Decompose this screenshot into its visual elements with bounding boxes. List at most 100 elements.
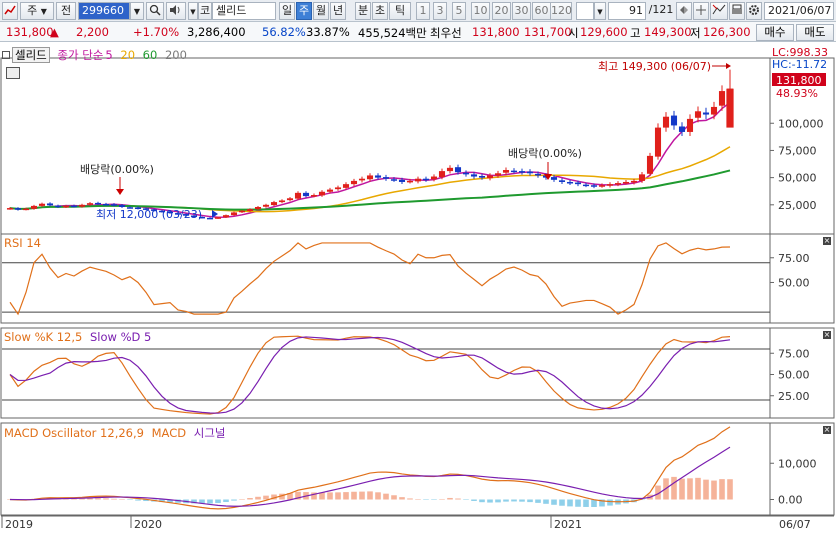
rsi-panel-title[interactable]: RSI 14 bbox=[4, 236, 41, 250]
dividend-annotation-2: 배당락(0.00%) bbox=[508, 147, 582, 160]
osc-bar bbox=[543, 499, 549, 504]
interval-30[interactable]: 30 bbox=[512, 2, 531, 20]
candle-body bbox=[494, 173, 502, 176]
hts-chart-window: 주 ▼ 전 299660 ▼ ▼ 코 셀리드 일 주 월 년 분 초 틱 1 3… bbox=[0, 0, 836, 537]
osc-bar bbox=[711, 480, 717, 500]
period-year[interactable]: 년 bbox=[330, 2, 346, 20]
period-second[interactable]: 초 bbox=[372, 2, 388, 20]
candle-body bbox=[718, 91, 726, 106]
period-tick[interactable]: 틱 bbox=[389, 2, 411, 20]
interval-3[interactable]: 3 bbox=[433, 2, 447, 20]
bar-count-field[interactable]: 91 bbox=[608, 2, 646, 20]
ma-label[interactable]: 종가 단순 bbox=[57, 48, 103, 62]
osc-bar bbox=[383, 493, 389, 500]
close-icon[interactable]: × bbox=[823, 237, 831, 245]
settings-button[interactable] bbox=[746, 2, 762, 20]
market-select[interactable]: 주 ▼ bbox=[20, 2, 54, 20]
candle-body bbox=[110, 204, 118, 206]
interval-1[interactable]: 1 bbox=[416, 2, 430, 20]
osc-bar bbox=[343, 492, 349, 500]
speaker-icon bbox=[170, 5, 180, 15]
mode-select[interactable]: 전 bbox=[56, 2, 76, 20]
chart-menu-icon[interactable] bbox=[2, 2, 18, 20]
low-label: 저 bbox=[690, 26, 701, 40]
y-tick-label: 75,000 bbox=[778, 144, 817, 157]
dividend-annotation-1: 배당락(0.00%) bbox=[80, 163, 154, 176]
stock-label[interactable]: 셀리드 bbox=[12, 47, 50, 63]
analysis-button[interactable] bbox=[710, 2, 728, 20]
x-last-label: 06/07 bbox=[779, 518, 811, 531]
candle-body bbox=[30, 205, 38, 209]
buy-button[interactable]: 매수 bbox=[756, 24, 794, 41]
osc-bar bbox=[135, 499, 141, 501]
osc-bar bbox=[463, 499, 469, 500]
candle-body bbox=[342, 184, 350, 188]
stock-code-input[interactable]: 299660 bbox=[78, 2, 130, 20]
candle-body bbox=[614, 183, 622, 185]
candle-body bbox=[710, 106, 718, 115]
sound-button[interactable] bbox=[166, 2, 186, 20]
candle-body bbox=[534, 173, 542, 176]
interval-custom-input[interactable] bbox=[576, 2, 594, 20]
interval-dropdown-button[interactable]: ▼ bbox=[594, 2, 606, 20]
osc-bar bbox=[255, 496, 261, 500]
pct-tag: 48.93% bbox=[776, 87, 818, 100]
data-table-icon[interactable] bbox=[6, 67, 20, 79]
y-tick-label: 50.00 bbox=[778, 369, 810, 382]
candle-body bbox=[462, 172, 470, 175]
ma-period-5[interactable]: 5 bbox=[105, 48, 112, 62]
code-dropdown-button[interactable]: ▼ bbox=[130, 2, 144, 20]
open-price: 129,600 bbox=[580, 25, 628, 39]
ma-period-20[interactable]: 20 bbox=[120, 48, 135, 62]
current-price: 131,800 bbox=[6, 25, 54, 39]
period-day[interactable]: 일 bbox=[279, 2, 295, 20]
sell-button[interactable]: 매도 bbox=[796, 24, 834, 41]
interval-20[interactable]: 20 bbox=[492, 2, 511, 20]
stoch-panel: 75.00 50.00 25.00 bbox=[2, 335, 810, 415]
stock-name-field[interactable]: 셀리드 bbox=[212, 2, 276, 20]
interval-120[interactable]: 120 bbox=[550, 2, 572, 20]
y-tick-label: 0.00 bbox=[778, 494, 803, 507]
market-select-value: 주 bbox=[27, 4, 38, 17]
scroll-icon bbox=[680, 6, 688, 14]
candle-body bbox=[558, 180, 566, 182]
zoom-button[interactable] bbox=[693, 2, 709, 20]
stoch-k-label: Slow %K 12,5 bbox=[4, 330, 83, 344]
ma-period-200[interactable]: 200 bbox=[165, 48, 187, 62]
candle-body bbox=[726, 88, 734, 128]
low-price: 126,300 bbox=[703, 25, 751, 39]
ma-period-60[interactable]: 60 bbox=[143, 48, 158, 62]
candle-body bbox=[502, 170, 510, 173]
candle-body bbox=[582, 184, 590, 187]
candle-body bbox=[398, 179, 406, 182]
osc-bar bbox=[519, 499, 525, 502]
close-icon[interactable]: × bbox=[823, 331, 831, 339]
candle-body bbox=[38, 203, 46, 206]
period-minute[interactable]: 분 bbox=[355, 2, 371, 20]
period-month[interactable]: 월 bbox=[313, 2, 329, 20]
stoch-panel-title[interactable]: Slow %K 12,5 Slow %D 5 bbox=[4, 330, 155, 344]
osc-bar bbox=[351, 491, 357, 500]
interval-60[interactable]: 60 bbox=[532, 2, 551, 20]
period-week[interactable]: 주 bbox=[296, 2, 312, 20]
osc-bar bbox=[487, 499, 493, 503]
search-button[interactable] bbox=[146, 2, 164, 20]
high-annotation: 최고 149,300 (06/07) bbox=[598, 60, 711, 73]
chart-canvas[interactable]: 100,000 75,000 50,000 25,000 최고 149,300 (06/… bbox=[0, 44, 836, 537]
macd-panel-title[interactable]: MACD Oscillator 12,26,9 MACD 시그널 bbox=[4, 425, 230, 441]
best-ask-label: 최우선 bbox=[430, 26, 462, 40]
interval-5[interactable]: 5 bbox=[452, 2, 466, 20]
scroll-button[interactable] bbox=[676, 2, 692, 20]
sound-dropdown-button[interactable]: ▼ bbox=[188, 2, 198, 20]
close-icon[interactable]: × bbox=[823, 426, 831, 434]
panel-collapse-icon[interactable] bbox=[2, 51, 10, 59]
candle-body bbox=[662, 116, 670, 128]
osc-bar bbox=[447, 497, 453, 500]
y-tick-label: 75.00 bbox=[778, 347, 810, 360]
date-field[interactable]: 2021/06/07 bbox=[764, 2, 834, 20]
print-button[interactable] bbox=[729, 2, 745, 20]
y-tick-label: 50.00 bbox=[778, 276, 810, 289]
osc-bar bbox=[431, 499, 437, 500]
chart-area[interactable]: 100,000 75,000 50,000 25,000 최고 149,300 (06/… bbox=[0, 44, 836, 537]
interval-10[interactable]: 10 bbox=[471, 2, 490, 20]
